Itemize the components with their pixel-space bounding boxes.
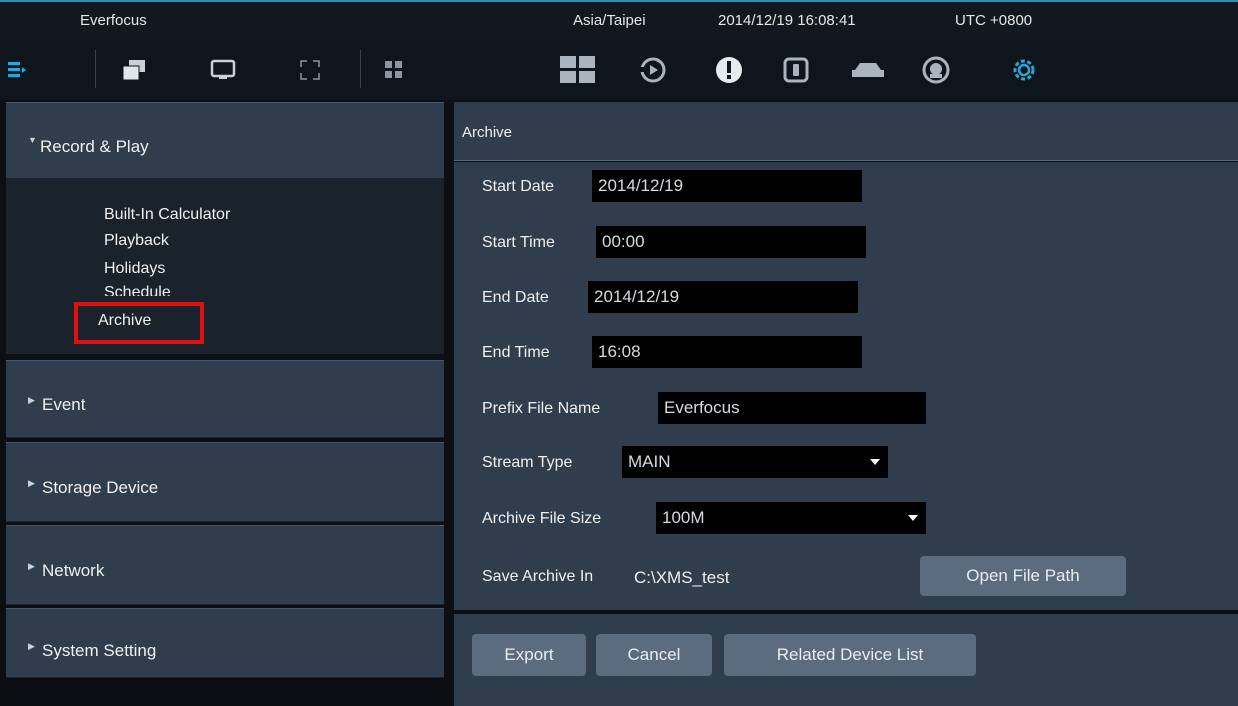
sidebar-submenu: Built-In Calculator Playback Holidays Sc…	[6, 178, 444, 354]
collapsed-triangle-icon: ▶	[28, 478, 35, 488]
alert-icon[interactable]	[713, 54, 745, 86]
prefix-file-name-label: Prefix File Name	[482, 400, 601, 417]
app-name: Everfocus	[80, 12, 147, 29]
stream-type-select[interactable]: MAIN	[622, 446, 888, 478]
sidebar-item-holidays[interactable]: Holidays	[104, 260, 165, 278]
save-archive-path: C:\XMS_test	[634, 568, 730, 587]
sidebar-item-playback[interactable]: Playback	[104, 232, 169, 250]
panel-header: Archive	[454, 102, 1238, 161]
footer-bar: Export Cancel Related Device List	[454, 610, 1238, 680]
stream-type-value: MAIN	[628, 452, 671, 471]
grid-split-icon[interactable]	[378, 54, 410, 86]
sidebar-section-label: Record & Play	[40, 137, 149, 156]
collapsed-triangle-icon: ▶	[28, 561, 35, 571]
sidebar-item-schedule[interactable]: Schedule	[104, 284, 171, 296]
fullscreen-icon[interactable]	[294, 54, 326, 86]
toolbar	[0, 40, 1238, 100]
utc-offset-label: UTC +0800	[955, 12, 1033, 29]
start-date-label: Start Date	[482, 178, 555, 195]
archive-file-size-value: 100M	[662, 508, 705, 527]
car-icon[interactable]	[848, 54, 888, 86]
start-time-label: Start Time	[482, 234, 555, 251]
cancel-button[interactable]: Cancel	[596, 634, 712, 676]
menu-list-icon[interactable]	[0, 54, 32, 86]
windows-stack-icon[interactable]	[118, 54, 150, 86]
settings-gear-icon[interactable]	[1008, 54, 1040, 86]
end-date-label: End Date	[482, 289, 549, 306]
start-time-field[interactable]: 00:00	[596, 226, 866, 258]
sidebar-section-label: System Setting	[42, 641, 157, 660]
face-recognition-icon[interactable]	[920, 54, 952, 86]
lock-icon[interactable]	[780, 54, 812, 86]
archive-file-size-label: Archive File Size	[482, 510, 602, 527]
sidebar-section-storage-device[interactable]: ▶ Storage Device	[6, 442, 444, 522]
sidebar-section-network[interactable]: ▶ Network	[6, 525, 444, 605]
timezone-label: Asia/Taipei	[573, 12, 646, 29]
selection-highlight	[74, 302, 204, 344]
stream-type-label: Stream Type	[482, 454, 573, 471]
chevron-down-icon	[870, 459, 880, 465]
monitor-icon[interactable]	[207, 54, 239, 86]
sidebar-section-system-setting[interactable]: ▶ System Setting	[6, 608, 444, 678]
collapsed-triangle-icon: ▶	[28, 395, 35, 405]
end-date-field[interactable]: 2014/12/19	[588, 281, 858, 313]
open-file-path-button[interactable]: Open File Path	[920, 556, 1126, 596]
expanded-triangle-icon: ▼	[28, 135, 37, 145]
save-archive-in-label: Save Archive In	[482, 568, 594, 585]
sidebar-section-record-play[interactable]: ▼ Record & Play	[6, 102, 444, 180]
archive-file-size-select[interactable]: 100M	[656, 502, 926, 534]
sidebar-section-label: Event	[42, 395, 86, 414]
datetime-label: 2014/12/19 16:08:41	[718, 12, 856, 29]
page-title: Archive	[462, 124, 513, 141]
sidebar-item-built-in-calculator[interactable]: Built-In Calculator	[104, 206, 230, 224]
collapsed-triangle-icon: ▶	[28, 641, 35, 651]
playback-icon[interactable]	[637, 54, 669, 86]
sidebar-section-label: Storage Device	[42, 478, 159, 497]
chevron-down-icon	[908, 515, 918, 521]
sidebar-section-label: Network	[42, 561, 105, 580]
end-time-field[interactable]: 16:08	[592, 336, 862, 368]
main-panel: Archive Start Date 2014/12/19 Start Time…	[446, 100, 1238, 706]
end-time-label: End Time	[482, 344, 550, 361]
related-device-list-button[interactable]: Related Device List	[724, 634, 976, 676]
export-button[interactable]: Export	[472, 634, 586, 676]
prefix-file-name-field[interactable]: Everfocus	[658, 392, 926, 424]
layout-grid-icon[interactable]	[558, 54, 598, 86]
sidebar-section-event[interactable]: ▶ Event	[6, 360, 444, 438]
title-bar: Everfocus Asia/Taipei 2014/12/19 16:08:4…	[0, 0, 1238, 40]
start-date-field[interactable]: 2014/12/19	[592, 170, 862, 202]
